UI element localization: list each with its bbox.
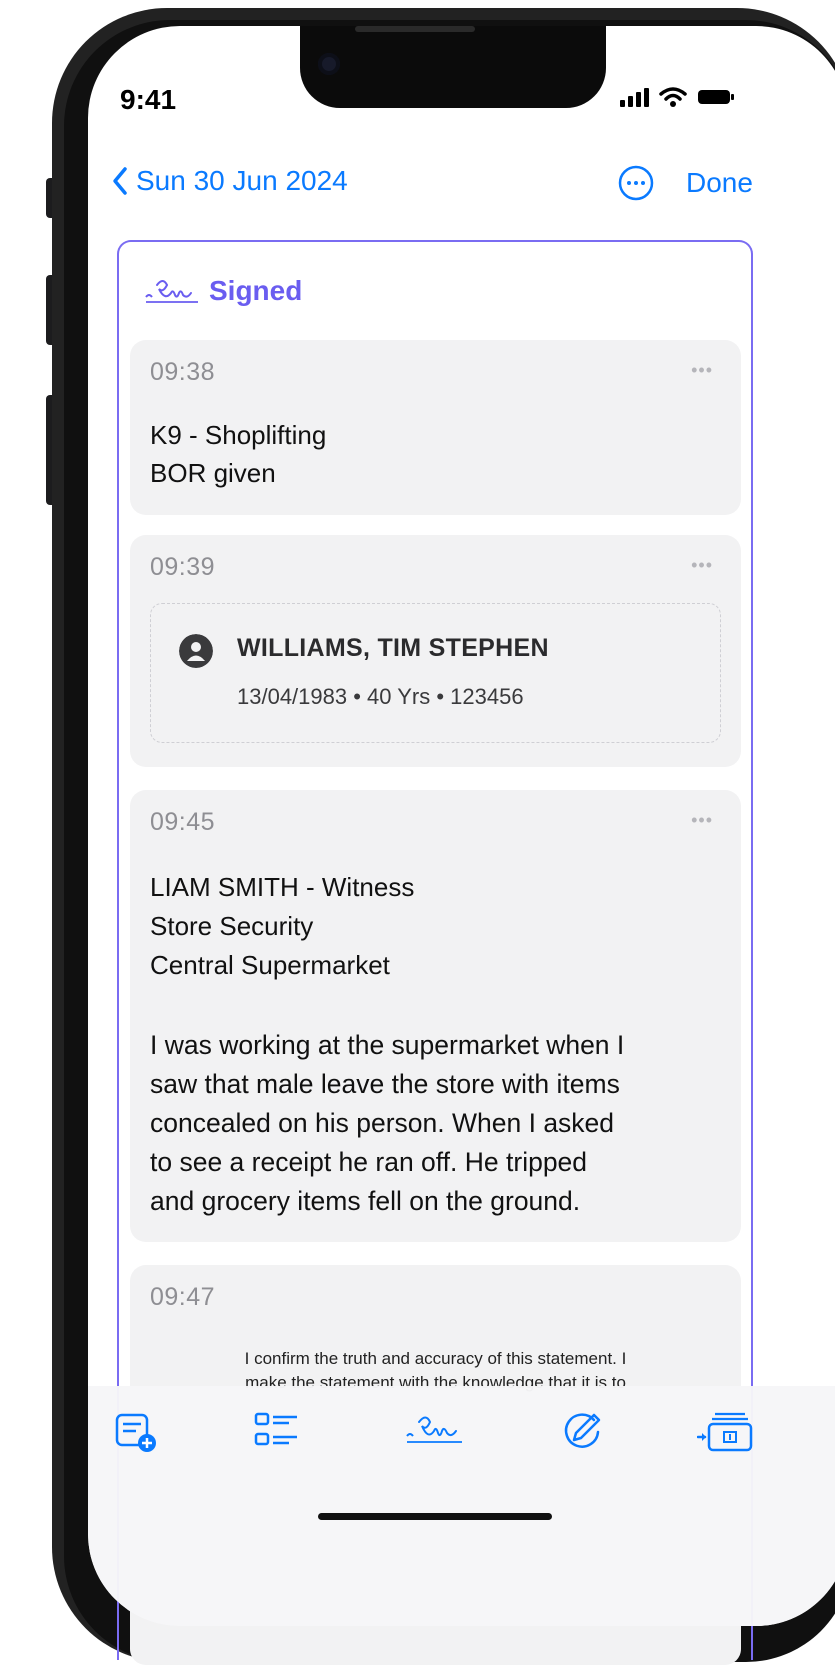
timeline-entry[interactable]: 09:45 ••• LIAM SMITH - Witness Store Sec… <box>130 790 741 1242</box>
id-card-import-icon <box>696 1412 753 1452</box>
status-time: 9:41 <box>120 84 177 115</box>
entry-time: 09:38 <box>150 358 216 386</box>
witness-line: LIAM SMITH - Witness <box>150 872 415 902</box>
home-indicator[interactable] <box>318 1513 552 1520</box>
add-note-button[interactable] <box>114 1410 158 1459</box>
timeline-entry[interactable]: 09:39 ••• WILLIAMS, TIM STEPHEN 13/04/19… <box>130 535 741 767</box>
pencil-circle-icon <box>564 1413 601 1448</box>
cellular-signal-icon <box>620 87 649 107</box>
person-name: WILLIAMS, TIM STEPHEN <box>237 634 549 662</box>
entry-more-icon[interactable]: ••• <box>691 555 713 576</box>
checklist-icon <box>254 1412 297 1446</box>
entry-time: 09:47 <box>150 1283 216 1311</box>
timeline-entry[interactable]: 09:38 ••• K9 - Shoplifting BOR given <box>130 340 741 515</box>
import-id-button[interactable] <box>696 1410 757 1459</box>
notch <box>300 26 606 108</box>
signature-icon <box>406 1416 462 1443</box>
note-add-icon <box>115 1413 156 1452</box>
back-button[interactable]: Sun 30 Jun 2024 <box>112 165 348 197</box>
witness-line: Store Security <box>150 911 314 941</box>
wifi-icon <box>659 87 687 107</box>
entry-text: K9 - Shoplifting BOR given <box>150 416 326 492</box>
witness-line: Central Supermarket <box>150 950 390 980</box>
person-avatar-icon <box>179 634 213 668</box>
entry-more-icon[interactable]: ••• <box>691 810 713 831</box>
witness-statement: I was working at the supermarket when I … <box>150 1030 625 1216</box>
front-camera <box>318 53 340 75</box>
signature-icon <box>145 280 198 303</box>
ellipsis-circle-icon <box>618 165 654 201</box>
more-options-button[interactable] <box>617 164 655 207</box>
person-details: 13/04/1983 • 40 Yrs • 123456 <box>237 684 524 709</box>
confirmation-line: I confirm the truth and accuracy of this… <box>244 1349 627 1368</box>
entry-more-icon[interactable]: ••• <box>691 360 713 381</box>
annotate-button[interactable] <box>560 1410 604 1459</box>
back-label: Sun 30 Jun 2024 <box>136 165 348 196</box>
witness-header: LIAM SMITH - Witness Store Security Cent… <box>150 868 414 985</box>
status-icons <box>620 86 735 108</box>
signed-label: Signed <box>209 275 303 306</box>
earpiece <box>355 26 475 32</box>
entry-time: 09:45 <box>150 808 216 836</box>
chevron-left-icon <box>113 167 127 195</box>
entry-text-line: K9 - Shoplifting <box>150 420 327 450</box>
person-card[interactable]: WILLIAMS, TIM STEPHEN 13/04/1983 • 40 Yr… <box>150 603 721 743</box>
battery-icon <box>698 90 734 104</box>
entry-text-line: BOR given <box>150 458 276 488</box>
checklist-button[interactable] <box>253 1410 301 1459</box>
signed-header: Signed <box>143 275 302 307</box>
done-button[interactable]: Done <box>686 167 753 199</box>
sign-button[interactable] <box>404 1410 466 1455</box>
entry-time: 09:39 <box>150 553 216 581</box>
